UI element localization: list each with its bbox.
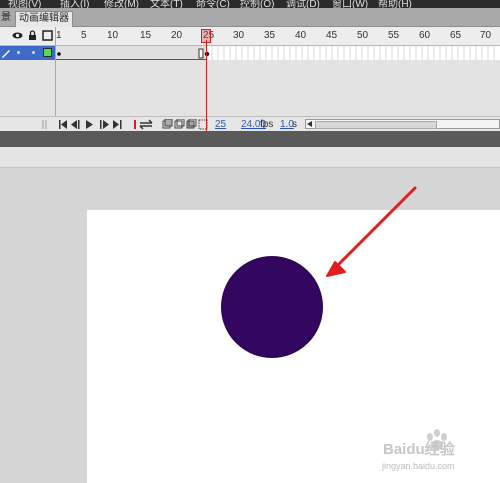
menu-item-control[interactable]: 控制(O) [240,0,274,8]
ruler-label: 50 [357,30,369,41]
timeline-empty-area [0,60,500,116]
lock-dot[interactable] [32,51,35,54]
visibility-dot[interactable] [17,51,20,54]
frame-strip[interactable] [56,46,500,60]
menu-item-window[interactable]: 窗口(W) [332,0,368,8]
scroll-left-arrow-icon[interactable] [307,121,313,127]
ruler-label: 60 [419,30,431,41]
time-unit-label: s [292,119,297,130]
tab-motion-editor[interactable]: 动画编辑器 [15,11,73,27]
resize-grip-icon [42,120,47,129]
layer-selection[interactable] [0,46,55,60]
panel-separator [0,131,500,148]
timeline-horizontal-scrollbar[interactable] [305,119,500,129]
ruler-label: 40 [295,30,307,41]
pencil-icon [2,50,10,58]
outline-icon[interactable] [42,30,53,41]
fps-unit-label: fps [260,119,274,130]
watermark-url: jingyan.baidu.com [382,461,455,471]
ruler-label: 10 [107,30,119,41]
edit-bar [0,147,500,168]
scrollbar-thumb[interactable] [315,121,437,129]
loop-icon[interactable] [134,119,158,130]
ruler-label: 35 [264,30,276,41]
purple-circle-shape[interactable] [222,257,322,357]
onion-skin-icons[interactable] [162,119,208,130]
menu-item-help[interactable]: 帮助(H) [378,0,412,8]
menu-item-debug[interactable]: 调试(D) [286,0,320,8]
menu-item-view[interactable]: 视图(V) [8,0,41,8]
menu-item-insert[interactable]: 插入(I) [60,0,89,8]
ruler-label: 55 [388,30,400,41]
ruler-label: 65 [450,30,462,41]
playback-controls[interactable] [58,119,128,130]
lock-icon[interactable] [27,30,38,41]
ruler-label: 20 [171,30,183,41]
ruler-label: 30 [233,30,245,41]
current-frame-value[interactable]: 25 [215,119,226,130]
playhead-line[interactable] [206,40,207,132]
ruler-label: 45 [326,30,338,41]
watermark-brand: Baidu经验 [383,441,455,458]
menu-item-modify[interactable]: 修改(M) [104,0,139,8]
menu-bar: 视图(V) 插入(I) 修改(M) 文本(T) 命令(C) 控制(O) 调试(D… [0,0,500,8]
timeline-header: 1 5 10 15 20 25 30 35 40 45 50 55 60 65 … [0,27,500,46]
panel-tab-row: 景 动画编辑器 [0,8,500,27]
ruler-label: 1 [56,30,62,41]
layer-color-swatch[interactable] [43,48,52,57]
tab-scene[interactable]: 景 [0,11,14,26]
timeline-controls: 25 24.00 fps 1.0 s [0,116,500,132]
ruler-label: 5 [81,30,87,41]
menu-item-text[interactable]: 文本(T) [150,0,183,8]
ruler-label: 15 [140,30,152,41]
ruler-label: 70 [480,30,492,41]
eye-icon[interactable] [12,30,23,41]
menu-item-commands[interactable]: 命令(C) [196,0,230,8]
layer-divider [55,27,56,130]
